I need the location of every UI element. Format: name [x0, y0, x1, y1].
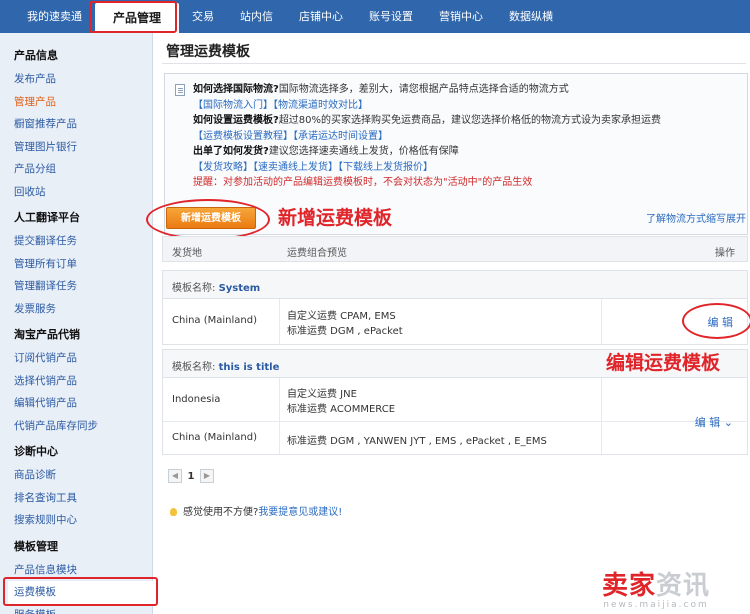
tab-product-management[interactable]: 产品管理 — [95, 3, 180, 33]
preview-line: 标准运费 DGM , ePacket — [287, 326, 403, 337]
sidebar-item-showcase-products[interactable]: 橱窗推荐产品 — [14, 113, 152, 136]
template-label: 模板名称: — [172, 362, 216, 373]
template-name: System — [218, 283, 261, 294]
sidebar-group-title: 模板管理 — [14, 539, 58, 553]
top-nav: 我的速卖通 产品管理 交易 站内信 店铺中心 账号设置 营销中心 数据纵横 — [0, 0, 750, 33]
preview-line: 自定义运费 CPAM, EMS — [287, 311, 396, 322]
table-row: China (Mainland) 自定义运费 CPAM, EMS 标准运费 DG… — [163, 299, 747, 344]
sidebar-item-product-info-module[interactable]: 产品信息模块 — [14, 559, 152, 582]
col-action: 操作 — [715, 248, 735, 259]
edit-button[interactable]: 编 辑 — [708, 314, 734, 330]
watermark-brand-a: 卖家 — [602, 571, 657, 601]
table-row: China (Mainland) 标准运费 DGM , YANWEN JYT ,… — [163, 422, 747, 454]
sidebar-item-subscribe-consign[interactable]: 订阅代销产品 — [14, 347, 152, 370]
watermark-url: news.maijia.com — [603, 600, 709, 610]
tip-text: 建议您选择速卖通线上发货，价格低有保障 — [268, 146, 459, 157]
prev-page-button[interactable]: ◀ — [168, 469, 182, 483]
table-header: 发货地 运费组合预览 操作 — [162, 236, 748, 262]
col-preview: 运费组合预览 — [287, 248, 347, 259]
sidebar-group-title: 人工翻译平台 — [14, 211, 80, 224]
annotation-edit-template: 编辑运费模板 — [606, 352, 721, 374]
lightbulb-icon — [170, 508, 177, 516]
preview-cell: 自定义运费 JNE 标准运费 ACOMMERCE — [279, 378, 602, 421]
warning-text: 提醒：对参加活动的产品编辑运费模板时，不会对状态为"活动中"的产品生效 — [193, 177, 533, 188]
template-name: this is title — [218, 362, 280, 373]
feedback-text: 感觉使用不方便? — [183, 507, 259, 518]
tab-store-center[interactable]: 店铺中心 — [286, 0, 356, 33]
tip-links-template[interactable]: 【运费模板设置教程】【承诺运达时间设置】 — [193, 131, 388, 142]
sidebar-group-title: 淘宝产品代销 — [14, 328, 80, 341]
pagination: ◀ 1 ▶ — [168, 469, 214, 483]
tip-question: 如何选择国际物流? — [193, 84, 279, 95]
sidebar-item-product-diagnosis[interactable]: 商品诊断 — [14, 464, 152, 487]
tip-links-logistics[interactable]: 【国际物流入门】【物流渠道时效对比】 — [193, 100, 368, 111]
tip-question: 如何设置运费模板? — [193, 115, 279, 126]
annotation-add-template: 新增运费模板 — [278, 207, 393, 229]
title-divider — [162, 63, 746, 64]
tab-data-analytics[interactable]: 数据纵横 — [496, 0, 566, 33]
current-page[interactable]: 1 — [182, 471, 200, 482]
sidebar-item-recycle-bin[interactable]: 回收站 — [14, 181, 152, 204]
template-name-row: 模板名称: System — [163, 271, 747, 299]
sidebar-item-edit-consign[interactable]: 编辑代销产品 — [14, 392, 152, 415]
tip-text: 国际物流选择多，差别大，请您根据产品特点选择合适的物流方式 — [278, 84, 569, 95]
preview-line: 标准运费 DGM , YANWEN JYT , EMS , ePacket , … — [287, 436, 547, 447]
origin-cell: China (Mainland) — [172, 432, 258, 443]
sidebar-item-service-template[interactable]: 服务模板 — [14, 604, 152, 614]
tab-account-settings[interactable]: 账号设置 — [356, 0, 426, 33]
sidebar-item-consign-stock-sync[interactable]: 代销产品库存同步 — [14, 415, 152, 438]
tab-trade[interactable]: 交易 — [179, 0, 227, 33]
sidebar: 产品信息 发布产品 管理产品 橱窗推荐产品 管理图片银行 产品分组 回收站 人工… — [0, 33, 154, 614]
watermark-logo: 卖家资讯 news.maijia.com — [602, 565, 710, 610]
sidebar-item-image-bank[interactable]: 管理图片银行 — [14, 136, 152, 159]
sidebar-item-manage-translation[interactable]: 管理翻译任务 — [14, 275, 152, 298]
sidebar-item-manage-orders[interactable]: 管理所有订单 — [14, 253, 152, 276]
tip-text: 超过80%的买家选择购买免运费商品，建议您选择价格低的物流方式设为卖家承担运费 — [278, 115, 662, 126]
preview-cell: 标准运费 DGM , YANWEN JYT , EMS , ePacket , … — [279, 422, 602, 454]
col-origin: 发货地 — [172, 248, 202, 259]
tip-question: 出单了如何发货? — [193, 146, 269, 157]
preview-line: 自定义运费 JNE — [287, 389, 357, 400]
table-row: Indonesia 自定义运费 JNE 标准运费 ACOMMERCE 编 辑 ⌄ — [163, 378, 747, 429]
main-content: 管理运费模板 如何选择国际物流?国际物流选择多，差别大，请您根据产品特点选择合适… — [146, 33, 750, 614]
logistics-abbrev-link[interactable]: 了解物流方式缩写展开 — [646, 210, 746, 225]
sidebar-item-rank-query[interactable]: 排名查询工具 — [14, 487, 152, 510]
sidebar-item-select-consign[interactable]: 选择代销产品 — [14, 370, 152, 393]
sidebar-item-search-rules[interactable]: 搜索规则中心 — [14, 509, 152, 532]
watermark-brand-b: 资讯 — [656, 571, 711, 601]
sidebar-item-submit-translation[interactable]: 提交翻译任务 — [14, 230, 152, 253]
sidebar-group-title: 诊断中心 — [14, 445, 58, 458]
add-shipping-template-button[interactable]: 新增运费模板 — [166, 207, 256, 229]
sidebar-item-invoice-service[interactable]: 发票服务 — [14, 298, 152, 321]
tab-my-aliexpress[interactable]: 我的速卖通 — [14, 0, 95, 33]
next-page-button[interactable]: ▶ — [200, 469, 214, 483]
tab-marketing-center[interactable]: 营销中心 — [426, 0, 496, 33]
template-group: 模板名称: System China (Mainland) 自定义运费 CPAM… — [162, 270, 748, 345]
feedback-link[interactable]: 我要提意见或建议! — [258, 507, 342, 518]
page-title: 管理运费模板 — [166, 44, 250, 60]
sidebar-item-publish-product[interactable]: 发布产品 — [14, 68, 152, 91]
origin-cell: Indonesia — [172, 394, 221, 405]
preview-line: 标准运费 ACOMMERCE — [287, 404, 396, 415]
tip-links-shipping[interactable]: 【发货攻略】【速卖通线上发货】【下载线上发货报价】 — [193, 162, 433, 173]
sidebar-item-shipping-template[interactable]: 运费模板 — [8, 581, 154, 604]
sidebar-item-product-groups[interactable]: 产品分组 — [14, 158, 152, 181]
tab-messages[interactable]: 站内信 — [227, 0, 286, 33]
origin-cell: China (Mainland) — [172, 315, 258, 326]
sidebar-group-title: 产品信息 — [14, 49, 58, 62]
sidebar-item-manage-products[interactable]: 管理产品 — [14, 91, 152, 114]
template-label: 模板名称: — [172, 283, 216, 294]
feedback-row: 感觉使用不方便?我要提意见或建议! — [170, 503, 342, 518]
document-icon — [175, 84, 185, 96]
preview-cell: 自定义运费 CPAM, EMS 标准运费 DGM , ePacket — [279, 299, 602, 344]
